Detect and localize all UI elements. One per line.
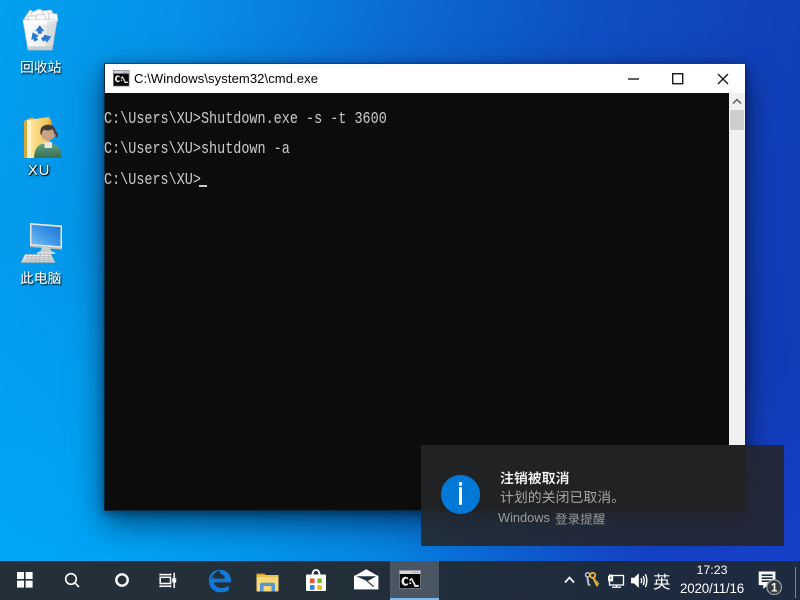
svg-text:1: 1 (771, 582, 778, 594)
